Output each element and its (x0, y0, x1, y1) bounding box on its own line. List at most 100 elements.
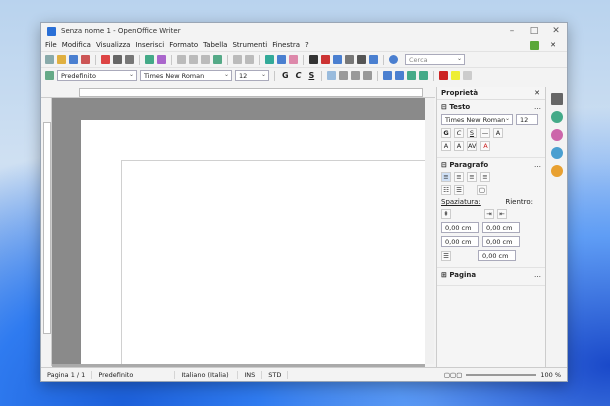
menu-visualizza[interactable]: Visualizza (96, 41, 130, 49)
pdf-icon[interactable] (101, 55, 110, 64)
datasource-icon[interactable] (345, 55, 354, 64)
find-input[interactable]: Cerca ⌄ (405, 54, 465, 65)
view-layout-icon[interactable]: ▢▢▢ (444, 371, 462, 379)
status-language[interactable]: Italiano (Italia) (175, 371, 239, 379)
preview-icon[interactable] (125, 55, 134, 64)
highlight-icon[interactable] (451, 71, 461, 80)
para-align-right-icon[interactable]: ≡ (467, 172, 477, 182)
menu-formato[interactable]: Formato (169, 41, 198, 49)
status-selection-mode[interactable]: STD (262, 371, 289, 379)
spacing-icon[interactable]: AV (467, 141, 478, 151)
maximize-icon[interactable]: □ (523, 26, 545, 36)
background-color-icon[interactable] (463, 71, 473, 80)
draw-icon[interactable] (289, 55, 298, 64)
close-icon[interactable]: ✕ (545, 26, 567, 36)
paragrafo-more-icon[interactable]: … (534, 161, 541, 169)
save-icon[interactable] (69, 55, 78, 64)
para-spacing-above-icon[interactable]: ⇞ (441, 209, 451, 219)
testo-more-icon[interactable]: … (534, 103, 541, 111)
properties-deck-icon[interactable] (551, 111, 563, 123)
line-spacing-icon[interactable]: ☰ (441, 250, 451, 261)
help-icon[interactable] (389, 55, 398, 64)
indent-decrease-icon[interactable]: ⇤ (497, 209, 507, 219)
testo-collapse-icon[interactable]: ⊟ (441, 103, 449, 111)
decrease-indent-icon[interactable] (407, 71, 417, 80)
paste-icon[interactable] (201, 55, 210, 64)
bullets-icon[interactable] (395, 71, 405, 80)
close-doc-icon[interactable]: ✕ (550, 41, 556, 50)
status-style[interactable]: Predefinito (92, 371, 176, 379)
spacing-below-field[interactable]: 0,00 cm (441, 236, 479, 247)
autospell-icon[interactable] (157, 55, 166, 64)
table-icon[interactable] (277, 55, 286, 64)
new-icon[interactable] (45, 55, 54, 64)
indent-before-field[interactable]: 0,00 cm (482, 222, 520, 233)
indent-after-field[interactable]: 0,00 cm (482, 236, 520, 247)
sidebar-bold-button[interactable]: G (441, 128, 451, 138)
sidebar-underline-button[interactable]: S (467, 128, 477, 138)
font-size-select[interactable]: 12 ⌄ (235, 70, 269, 81)
underline-button[interactable]: S (306, 71, 316, 80)
bold-button[interactable]: G (280, 71, 291, 80)
zoom-icon[interactable] (369, 55, 378, 64)
minimize-icon[interactable]: – (501, 26, 523, 36)
align-left-icon[interactable] (327, 71, 337, 80)
menu-finestra[interactable]: Finestra (272, 41, 300, 49)
grow-font-icon[interactable]: A (441, 141, 451, 151)
numbering-icon[interactable] (383, 71, 393, 80)
sidebar-font-color-icon[interactable]: A (480, 141, 491, 151)
para-background-icon[interactable]: ▢ (477, 185, 487, 195)
email-icon[interactable] (81, 55, 90, 64)
spellcheck-icon[interactable] (145, 55, 154, 64)
font-name-select[interactable]: Times New Roman ⌄ (140, 70, 232, 81)
document-page[interactable] (81, 120, 425, 364)
navigator-icon[interactable] (321, 55, 330, 64)
first-line-indent-field[interactable]: 0,00 cm (478, 250, 516, 261)
justify-icon[interactable] (363, 71, 373, 80)
gallery-icon[interactable] (333, 55, 342, 64)
open-icon[interactable] (57, 55, 66, 64)
clone-format-icon[interactable] (213, 55, 222, 64)
find-replace-icon[interactable] (309, 55, 318, 64)
menu-help[interactable]: ? (305, 41, 309, 49)
status-insert-mode[interactable]: INS (238, 371, 263, 379)
redo-icon[interactable] (245, 55, 254, 64)
horizontal-ruler[interactable] (41, 87, 435, 98)
formatting-marks-icon[interactable] (357, 55, 366, 64)
vertical-scrollbar[interactable] (425, 98, 434, 364)
align-right-icon[interactable] (351, 71, 361, 80)
extension-icon[interactable] (530, 40, 540, 50)
sidebar-size-select[interactable]: 12 (516, 114, 538, 125)
gallery-deck-icon[interactable] (551, 147, 563, 159)
styles-icon[interactable] (45, 71, 54, 80)
menu-tabella[interactable]: Tabella (203, 41, 227, 49)
hyperlink-icon[interactable] (265, 55, 274, 64)
strikethrough-icon[interactable]: — (480, 128, 490, 138)
menu-file[interactable]: File (45, 41, 57, 49)
print-icon[interactable] (113, 55, 122, 64)
para-numbering-icon[interactable]: ☰ (454, 185, 464, 195)
deck-menu-icon[interactable] (551, 93, 563, 105)
sidebar-close-icon[interactable]: ✕ (534, 89, 540, 97)
para-align-left-icon[interactable]: ≡ (441, 172, 451, 182)
align-center-icon[interactable] (339, 71, 349, 80)
pagina-expand-icon[interactable]: ⊞ (441, 271, 449, 279)
indent-increase-icon[interactable]: ⇥ (484, 209, 494, 219)
copy-icon[interactable] (189, 55, 198, 64)
navigator-deck-icon[interactable] (551, 165, 563, 177)
status-zoom[interactable]: 100 % (540, 371, 561, 379)
pagina-more-icon[interactable]: … (534, 271, 541, 279)
paragraph-style-select[interactable]: Predefinito ⌄ (57, 70, 137, 81)
sidebar-font-select[interactable]: Times New Roman ⌄ (441, 114, 513, 125)
styles-deck-icon[interactable] (551, 129, 563, 141)
shrink-font-icon[interactable]: A (454, 141, 464, 151)
menu-modifica[interactable]: Modifica (62, 41, 91, 49)
italic-button[interactable]: C (294, 71, 304, 80)
cut-icon[interactable] (177, 55, 186, 64)
para-justify-icon[interactable]: ≡ (480, 172, 490, 182)
spacing-above-field[interactable]: 0,00 cm (441, 222, 479, 233)
menu-inserisci[interactable]: Inserisci (135, 41, 164, 49)
increase-indent-icon[interactable] (419, 71, 429, 80)
vertical-ruler[interactable] (41, 98, 52, 366)
sidebar-italic-button[interactable]: C (454, 128, 464, 138)
